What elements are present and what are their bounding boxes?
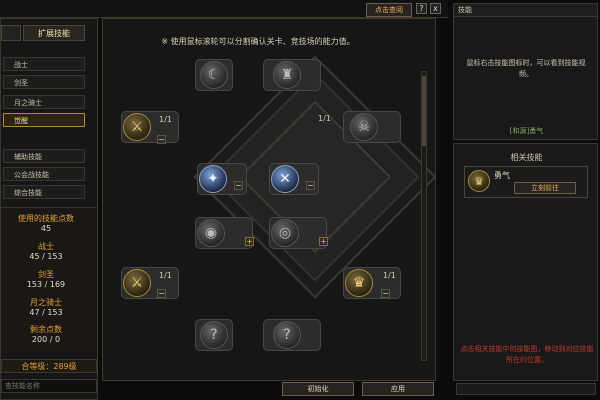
nav-warrior[interactable]: 战士: [3, 57, 85, 71]
scroll-thumb[interactable]: [422, 76, 426, 146]
stat-value-warrior: 45 / 153: [29, 252, 63, 261]
close-icon[interactable]: x: [430, 3, 441, 14]
stat-label-swordmaster: 剑圣: [38, 270, 54, 279]
castle-skill-icon[interactable]: ♜: [273, 61, 301, 89]
plus-button-2[interactable]: +: [319, 237, 328, 246]
warrior-skill-icon-2[interactable]: ⚔: [123, 269, 151, 297]
skill-level-2: 1/1: [318, 114, 331, 123]
nav-moonlord[interactable]: 月之骑士: [3, 95, 85, 109]
stat-value-moonlord: 47 / 153: [29, 308, 63, 317]
moon-skill-icon[interactable]: ☾: [200, 61, 228, 89]
skill-info-panel: 技能 鼠标右击技能图标时，可以看到技能视频。 [和源]勇气: [453, 3, 598, 140]
related-skills-title: 相关技能: [510, 153, 543, 162]
skill-info-description: 鼠标右击技能图标时，可以看到技能视频。: [466, 59, 586, 78]
skill-level-1: 1/1: [159, 115, 172, 124]
nav-support-skills[interactable]: 辅助技能: [3, 149, 85, 163]
skill-info-title: 技能: [454, 4, 597, 17]
spirit-skill-icon[interactable]: ✦: [199, 165, 227, 193]
stat-label-remaining: 剩余点数: [30, 325, 62, 334]
related-skill-name: 勇气: [494, 171, 510, 180]
helm-skill-icon[interactable]: ◎: [271, 219, 299, 247]
locked-skill-icon-1[interactable]: ?: [200, 321, 228, 349]
reset-button[interactable]: 初始化: [282, 382, 354, 396]
view-button[interactable]: 点击查阅: [366, 3, 412, 17]
total-level: 合等级：289级: [1, 359, 97, 373]
nav-awakening[interactable]: 觉醒: [3, 113, 85, 127]
related-courage-icon[interactable]: ♛: [468, 170, 490, 192]
courage-skill-icon[interactable]: ♛: [345, 269, 373, 297]
skill-info-link[interactable]: [和源]勇气: [454, 126, 599, 136]
nav-swordmaster[interactable]: 剑圣: [3, 75, 85, 89]
minus-button-5[interactable]: −: [381, 289, 390, 298]
help-icon[interactable]: ?: [416, 3, 427, 14]
skill-tree-panel: ※ 使用鼠标滚轮可以分割确认关卡、竞技场的能力值。 ☾ ♜ ⚔ 1/1 − ☠ …: [102, 18, 437, 381]
scrollbar[interactable]: [421, 71, 427, 361]
minus-button-2[interactable]: −: [234, 181, 243, 190]
nav-guildwar-skills[interactable]: 公会战技能: [3, 167, 85, 181]
stat-label-moonlord: 月之骑士: [30, 298, 62, 307]
warrior-skill-icon-1[interactable]: ⚔: [123, 113, 151, 141]
minus-button-3[interactable]: −: [306, 181, 315, 190]
locked-skill-icon-2[interactable]: ?: [273, 321, 301, 349]
stat-value-remaining: 200 / 0: [31, 335, 61, 344]
skill-level-4: 1/1: [383, 271, 396, 280]
stat-value-swordmaster: 153 / 169: [26, 280, 66, 289]
cross-blade-skill-icon[interactable]: ✕: [271, 165, 299, 193]
skull-skill-icon[interactable]: ☠: [350, 113, 378, 141]
nav-combined-skills[interactable]: 综合技能: [3, 185, 85, 199]
points-used-label: 使用的技能点数: [18, 214, 74, 223]
left-panel: 扩展技能 战士 剑圣 月之骑士 觉醒 辅助技能 公会战技能 综合技能 使用的技能…: [0, 18, 98, 400]
tab-extended-skills[interactable]: 扩展技能: [23, 25, 85, 41]
mask-skill-icon[interactable]: ◉: [197, 219, 225, 247]
hint-text: ※ 使用鼠标滚轮可以分割确认关卡、竞技场的能力值。: [161, 37, 355, 46]
tab-basic[interactable]: [1, 25, 21, 41]
plus-button-1[interactable]: +: [245, 237, 254, 246]
points-used-value: 45: [40, 224, 52, 233]
related-skills-note: 点击相关技能中的技能图，移动到对应技能所在的位置。: [460, 345, 594, 364]
stat-label-warrior: 战士: [38, 242, 54, 251]
right-bottom-bar: [456, 383, 596, 395]
minus-button-4[interactable]: −: [157, 289, 166, 298]
minus-button-1[interactable]: −: [157, 135, 166, 144]
apply-button[interactable]: 应用: [362, 382, 434, 396]
skill-search-input[interactable]: [1, 379, 97, 393]
go-now-button[interactable]: 立刻前往: [514, 182, 576, 194]
related-skills-panel: 相关技能 ♛ 勇气 立刻前往 点击相关技能中的技能图，移动到对应技能所在的位置。: [453, 143, 598, 381]
skill-level-3: 1/1: [159, 271, 172, 280]
